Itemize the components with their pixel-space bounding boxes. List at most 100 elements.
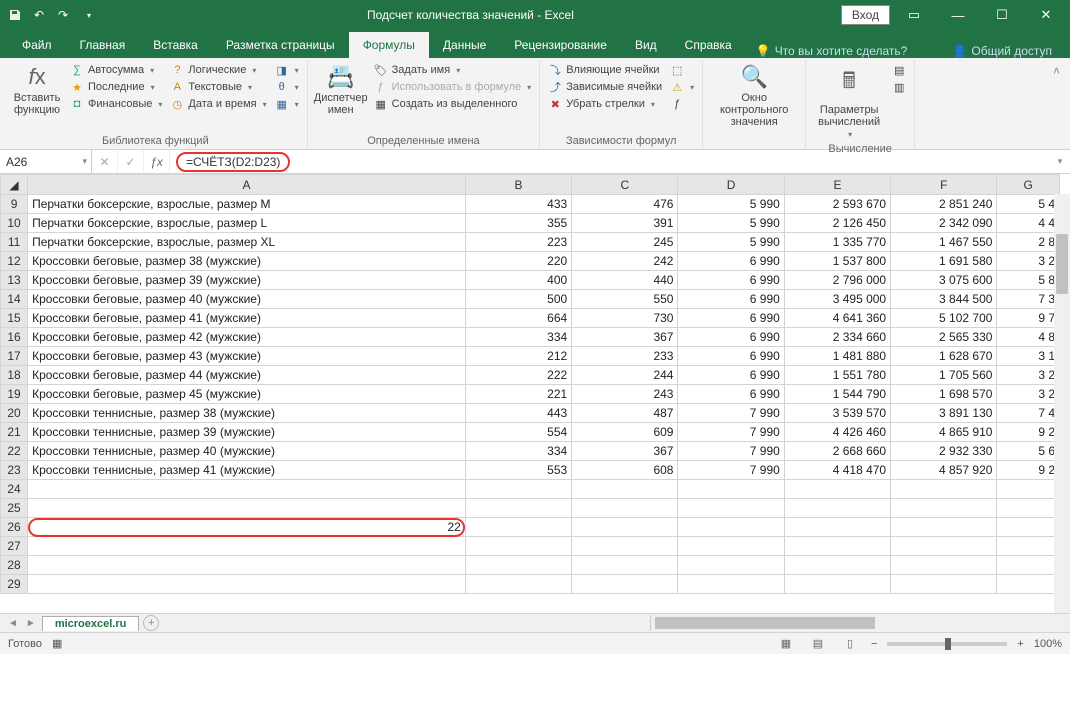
minimize-icon[interactable]: — (938, 1, 978, 29)
cell[interactable]: 367 (572, 328, 678, 347)
cell[interactable] (572, 575, 678, 594)
cell[interactable]: 2 796 000 (784, 271, 890, 290)
row-header[interactable]: 20 (1, 404, 28, 423)
logical-button[interactable]: ?Логические▾ (168, 62, 268, 78)
cell[interactable] (465, 499, 571, 518)
cell[interactable]: 7 3 (997, 290, 1060, 309)
cell[interactable]: 4 865 910 (891, 423, 997, 442)
cell[interactable]: 2 593 670 (784, 195, 890, 214)
cell[interactable]: 6 990 (678, 328, 784, 347)
cell[interactable]: 1 551 780 (784, 366, 890, 385)
row-header[interactable]: 12 (1, 252, 28, 271)
cell[interactable]: 391 (572, 214, 678, 233)
cell[interactable]: 4 857 920 (891, 461, 997, 480)
cell[interactable]: 2 8 (997, 233, 1060, 252)
cell[interactable]: 223 (465, 233, 571, 252)
cell[interactable]: 609 (572, 423, 678, 442)
cell[interactable]: 1 628 670 (891, 347, 997, 366)
cell[interactable]: 440 (572, 271, 678, 290)
row-header[interactable]: 16 (1, 328, 28, 347)
table-row[interactable]: 12Кроссовки беговые, размер 38 (мужские)… (1, 252, 1060, 271)
table-row[interactable]: 19Кроссовки беговые, размер 45 (мужские)… (1, 385, 1060, 404)
trace-dependents-button[interactable]: ⤴Зависимые ячейки (546, 79, 664, 95)
cell[interactable]: Перчатки боксерские, взрослые, размер M (28, 195, 466, 214)
cell[interactable]: 6 990 (678, 271, 784, 290)
col-header-C[interactable]: C (572, 175, 678, 195)
cell[interactable]: 222 (465, 366, 571, 385)
row-header[interactable]: 29 (1, 575, 28, 594)
row-header[interactable]: 19 (1, 385, 28, 404)
cell[interactable] (28, 575, 466, 594)
table-row[interactable]: 25 (1, 499, 1060, 518)
cell[interactable] (891, 480, 997, 499)
row-header[interactable]: 11 (1, 233, 28, 252)
cell[interactable] (997, 480, 1060, 499)
cell[interactable]: 5 990 (678, 214, 784, 233)
maximize-icon[interactable]: ☐ (982, 1, 1022, 29)
cell[interactable]: 9 7 (997, 309, 1060, 328)
macro-record-icon[interactable]: ▦ (52, 637, 62, 650)
table-row[interactable]: 9Перчатки боксерские, взрослые, размер M… (1, 195, 1060, 214)
zoom-level[interactable]: 100% (1034, 638, 1062, 650)
watch-window-button[interactable]: 🔍Окно контрольного значения (709, 62, 799, 130)
cell[interactable]: 4 4 (997, 214, 1060, 233)
calc-now-button[interactable]: ▤ (890, 62, 908, 78)
cell[interactable] (572, 556, 678, 575)
spreadsheet-grid[interactable]: ◢ A B C D E F G 9Перчатки боксерские, вз… (0, 174, 1070, 614)
cell[interactable]: 2 565 330 (891, 328, 997, 347)
cell[interactable] (678, 556, 784, 575)
table-row[interactable]: 28 (1, 556, 1060, 575)
table-row[interactable]: 21Кроссовки теннисные, размер 39 (мужски… (1, 423, 1060, 442)
cell[interactable]: 221 (465, 385, 571, 404)
zoom-out-icon[interactable]: − (871, 638, 877, 650)
evaluate-button[interactable]: ƒ (668, 96, 696, 112)
cell[interactable]: Кроссовки теннисные, размер 38 (мужские) (28, 404, 466, 423)
tab-file[interactable]: Файл (8, 32, 66, 58)
cell[interactable]: Кроссовки беговые, размер 40 (мужские) (28, 290, 466, 309)
cell[interactable]: 1 705 560 (891, 366, 997, 385)
table-row[interactable]: 27 (1, 537, 1060, 556)
col-header-E[interactable]: E (784, 175, 890, 195)
financial-button[interactable]: ◘Финансовые▾ (68, 96, 164, 112)
cell[interactable]: 7 990 (678, 404, 784, 423)
cell[interactable]: 233 (572, 347, 678, 366)
calc-sheet-button[interactable]: ▥ (890, 79, 908, 95)
table-row[interactable]: 10Перчатки боксерские, взрослые, размер … (1, 214, 1060, 233)
table-row[interactable]: 16Кроссовки беговые, размер 42 (мужские)… (1, 328, 1060, 347)
cell[interactable]: 355 (465, 214, 571, 233)
ribbon-display-icon[interactable]: ▭ (894, 1, 934, 29)
accept-formula-icon[interactable]: ✓ (118, 150, 144, 173)
cell[interactable] (891, 518, 997, 537)
cell[interactable] (28, 499, 466, 518)
cell[interactable] (465, 537, 571, 556)
cell[interactable]: 730 (572, 309, 678, 328)
name-box[interactable]: A26▾ (0, 150, 92, 173)
cell[interactable] (784, 537, 890, 556)
cell[interactable]: 3 844 500 (891, 290, 997, 309)
cancel-formula-icon[interactable]: ✕ (92, 150, 118, 173)
cell[interactable]: Кроссовки теннисные, размер 41 (мужские) (28, 461, 466, 480)
share-button[interactable]: 👤Общий доступ (942, 44, 1062, 58)
define-name-button[interactable]: 🏷Задать имя▾ (372, 62, 534, 78)
cell[interactable] (678, 575, 784, 594)
tab-page-layout[interactable]: Разметка страницы (212, 32, 349, 58)
cell[interactable]: Перчатки боксерские, взрослые, размер XL (28, 233, 466, 252)
row-header[interactable]: 9 (1, 195, 28, 214)
cell[interactable] (465, 480, 571, 499)
create-from-selection-button[interactable]: ▦Создать из выделенного (372, 96, 534, 112)
table-row[interactable]: 22Кроссовки теннисные, размер 40 (мужски… (1, 442, 1060, 461)
cell[interactable]: 443 (465, 404, 571, 423)
name-manager-button[interactable]: 📇Диспетчер имен (314, 62, 368, 118)
more-fn-button[interactable]: ▦▾ (273, 96, 301, 112)
cell[interactable]: 5 990 (678, 233, 784, 252)
table-row[interactable]: 29 (1, 575, 1060, 594)
row-header[interactable]: 22 (1, 442, 28, 461)
cell[interactable]: 9 2 (997, 461, 1060, 480)
cell[interactable] (997, 518, 1060, 537)
row-header[interactable]: 28 (1, 556, 28, 575)
sheet-tab[interactable]: microexcel.ru (42, 616, 140, 631)
cell[interactable] (784, 518, 890, 537)
cell[interactable] (465, 556, 571, 575)
text-button[interactable]: AТекстовые▾ (168, 79, 268, 95)
cell[interactable]: 3 075 600 (891, 271, 997, 290)
